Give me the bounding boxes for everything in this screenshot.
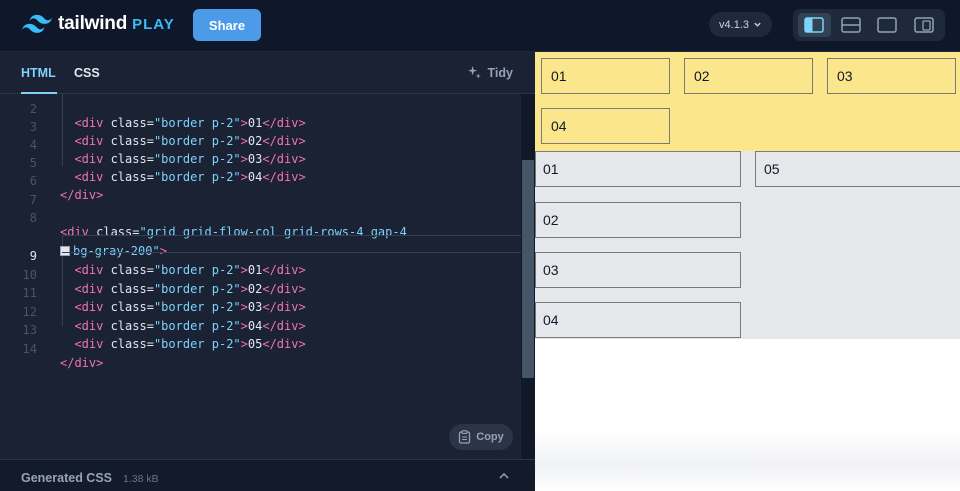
grid-cell: 01 [541,58,670,94]
code-line: 2 <div class="border p-2">01</div> [29,102,306,130]
grid-cell: 03 [827,58,956,94]
grid-cell: 04 [535,302,741,338]
layout-switcher [793,9,945,41]
code-line: 10 <div class="border p-2">02</div> [22,268,306,296]
generated-css-size: 1.38 kB [123,473,159,485]
layout-responsive-button[interactable] [908,13,941,37]
tab-css[interactable]: CSS [74,66,100,80]
grid-example-gray: 01 02 03 04 05 [535,151,960,339]
grid-cell: 01 [535,151,741,187]
code-line: 5 <div class="border p-2">04</div> [29,156,306,184]
generated-css-panel[interactable]: Generated CSS 1.38 kB [0,459,535,491]
logo-play: PLAY [132,15,175,33]
horizontal-split-icon [841,17,861,33]
preview-pane: 01 02 03 04 01 02 03 04 05 [535,52,960,491]
clipboard-icon [459,430,471,444]
copy-button[interactable]: Copy [449,424,513,450]
editor-pane: HTML CSS Tidy 2 <div class="border p-2">… [0,52,535,491]
code-line: 14 </div> [22,342,104,370]
share-button[interactable]: Share [193,9,261,41]
layout-horizontal-split-button[interactable] [835,13,868,37]
grid-example-yellow: 01 02 03 04 [535,52,960,151]
sparkles-icon [467,65,481,79]
tidy-label: Tidy [487,65,513,80]
code-line: bg-gray-200"> [0,216,521,258]
code-line: 6 </div> [29,174,104,202]
code-line: 9 <div class="border p-2">01</div> [29,249,306,277]
copy-label: Copy [476,431,504,443]
editor-tabs: HTML CSS Tidy [0,52,535,94]
tab-html[interactable]: HTML [21,66,56,80]
version-select[interactable]: v4.1.3 [709,12,772,37]
code-line: 12 <div class="border p-2">04</div> [22,305,306,333]
code-editor[interactable]: 2 <div class="border p-2">01</div> 3 <di… [0,94,521,464]
tailwind-play-logo[interactable]: tailwind PLAY [22,13,175,35]
grid-cell: 03 [535,252,741,288]
code-line: 8 <div class="grid grid-flow-col grid-ro… [29,211,407,239]
editor-scrollbar-thumb[interactable] [522,160,534,378]
code-line: 11 <div class="border p-2">03</div> [22,286,306,314]
tailwind-logo-icon [22,14,52,33]
code-line: 7 [29,193,37,207]
preview-shade [535,430,960,491]
grid-cell: 02 [535,202,741,238]
logo-wordmark: tailwind [58,13,128,34]
grid-cell: 02 [684,58,813,94]
grid-cell: 05 [755,151,960,187]
layout-preview-only-button[interactable] [871,13,904,37]
generated-css-label: Generated CSS [21,471,113,485]
grid-cell: 04 [541,108,670,144]
chevron-up-icon[interactable] [498,471,510,481]
top-bar: tailwind PLAY Share v4.1.3 [0,0,960,52]
code-line: 13 <div class="border p-2">05</div> [22,323,306,351]
layout-vertical-split-button[interactable] [798,13,831,37]
version-label: v4.1.3 [719,18,749,31]
vertical-split-icon [804,17,824,33]
code-line: 3 <div class="border p-2">02</div> [29,120,306,148]
chevron-down-icon [754,22,761,27]
preview-only-icon [877,17,897,33]
responsive-icon [914,17,934,33]
tidy-button[interactable]: Tidy [467,65,513,80]
code-line: 4 <div class="border p-2">03</div> [29,138,306,166]
